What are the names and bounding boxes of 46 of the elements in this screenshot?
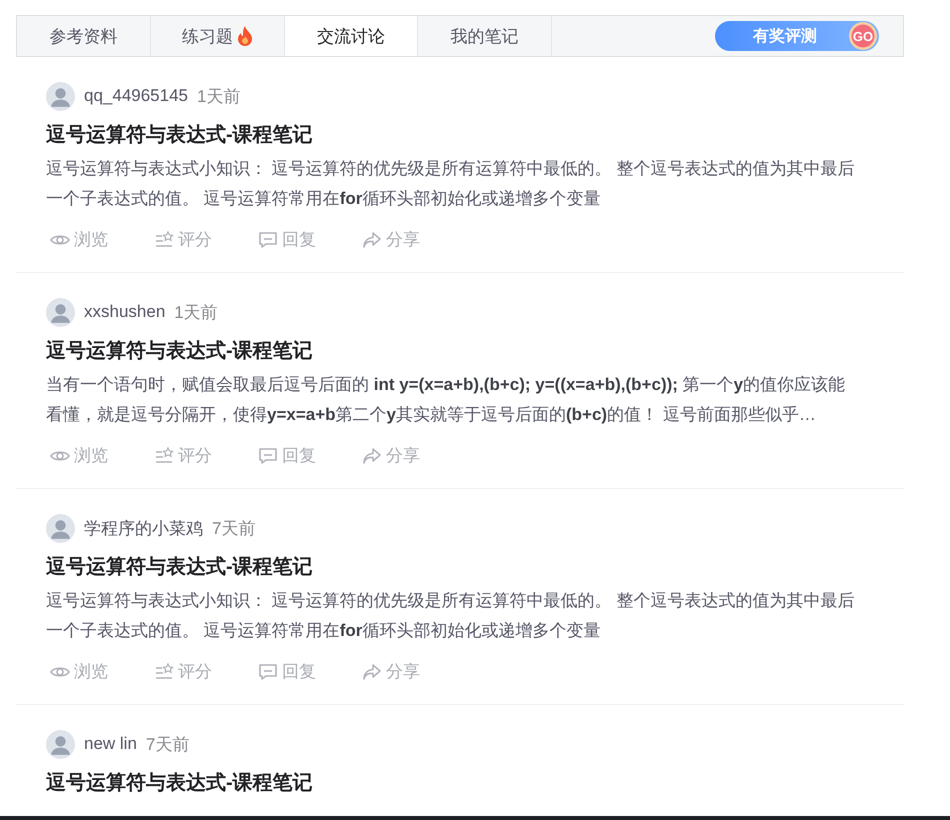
action-link[interactable]: 浏览 [50, 444, 154, 467]
comment-icon [258, 662, 278, 682]
tab[interactable]: 交流讨论 [285, 16, 418, 56]
action-link[interactable]: 回复 [258, 660, 362, 683]
review-label: 有奖评测 [752, 26, 818, 46]
share-icon [362, 446, 382, 466]
comment-icon [258, 446, 278, 466]
post-time: 1天前 [197, 86, 240, 108]
author-name[interactable]: new lin [84, 734, 137, 754]
action-link[interactable]: 分享 [362, 228, 466, 251]
go-badge: GO [849, 22, 877, 50]
rating-icon [154, 230, 174, 250]
author-name[interactable]: qq_44965145 [84, 86, 188, 106]
action-link[interactable]: 评分 [154, 660, 258, 683]
post-title[interactable]: 逗号运算符与表达式-课程笔记 [46, 552, 904, 582]
review-button[interactable]: 有奖评测 GO [715, 21, 879, 51]
action-link[interactable]: 评分 [154, 228, 258, 251]
comment-icon [258, 230, 278, 250]
action-link[interactable]: 浏览 [50, 228, 154, 251]
share-icon [362, 662, 382, 682]
post-time: 7天前 [212, 518, 256, 540]
avatar [46, 298, 75, 326]
action-link[interactable]: 浏览 [50, 660, 154, 683]
action-link[interactable]: 回复 [258, 444, 362, 467]
post-time: 7天前 [146, 734, 190, 756]
post-time: 1天前 [174, 302, 218, 324]
rating-icon [154, 446, 174, 466]
share-icon [362, 230, 382, 250]
post-title[interactable]: 逗号运算符与表达式-课程笔记 [46, 768, 904, 798]
author-name[interactable]: 学程序的小菜鸡 [84, 516, 203, 540]
rating-icon [154, 662, 174, 682]
action-link[interactable]: 回复 [258, 228, 362, 251]
post-excerpt: 逗号运算符与表达式小知识： 逗号运算符的优先级是所有运算符中最低的。 整个逗号表达式的值为其中最后一个子表达式的值。 逗号运算符常用在for循环头部初始化或递增多个变量 [46, 158, 856, 210]
post-title[interactable]: 逗号运算符与表达式-课程笔记 [46, 120, 904, 150]
avatar [46, 82, 75, 110]
post-excerpt: 当有一个语句时，赋值会取最后逗号后面的 int y=(x=a+b),(b+c); y=((x=a+b),(b+c)); 第一个y的值你应该能看懂，就是逗号分隔开，使得y=x=a+b第二个y其实就等于逗号后面的(b+c)的值！ 逗号前面那些似乎… [46, 374, 846, 426]
action-link[interactable]: 评分 [154, 444, 258, 467]
action-link[interactable]: 分享 [362, 444, 466, 467]
author-name[interactable]: xxshushen [84, 302, 166, 322]
post-excerpt: 逗号运算符与表达式小知识： 逗号运算符的优先级是所有运算符中最低的。 整个逗号表达式的值为其中最后一个子表达式的值。 逗号运算符常用在for循环头部初始化或递增多个变量 [46, 590, 856, 642]
avatar [46, 730, 75, 758]
tab[interactable]: 我的笔记 [418, 16, 552, 56]
post-title[interactable]: 逗号运算符与表达式-课程笔记 [46, 336, 904, 366]
avatar [46, 514, 75, 542]
action-link[interactable]: 分享 [362, 660, 466, 683]
tab[interactable]: 参考资料 [17, 16, 151, 56]
